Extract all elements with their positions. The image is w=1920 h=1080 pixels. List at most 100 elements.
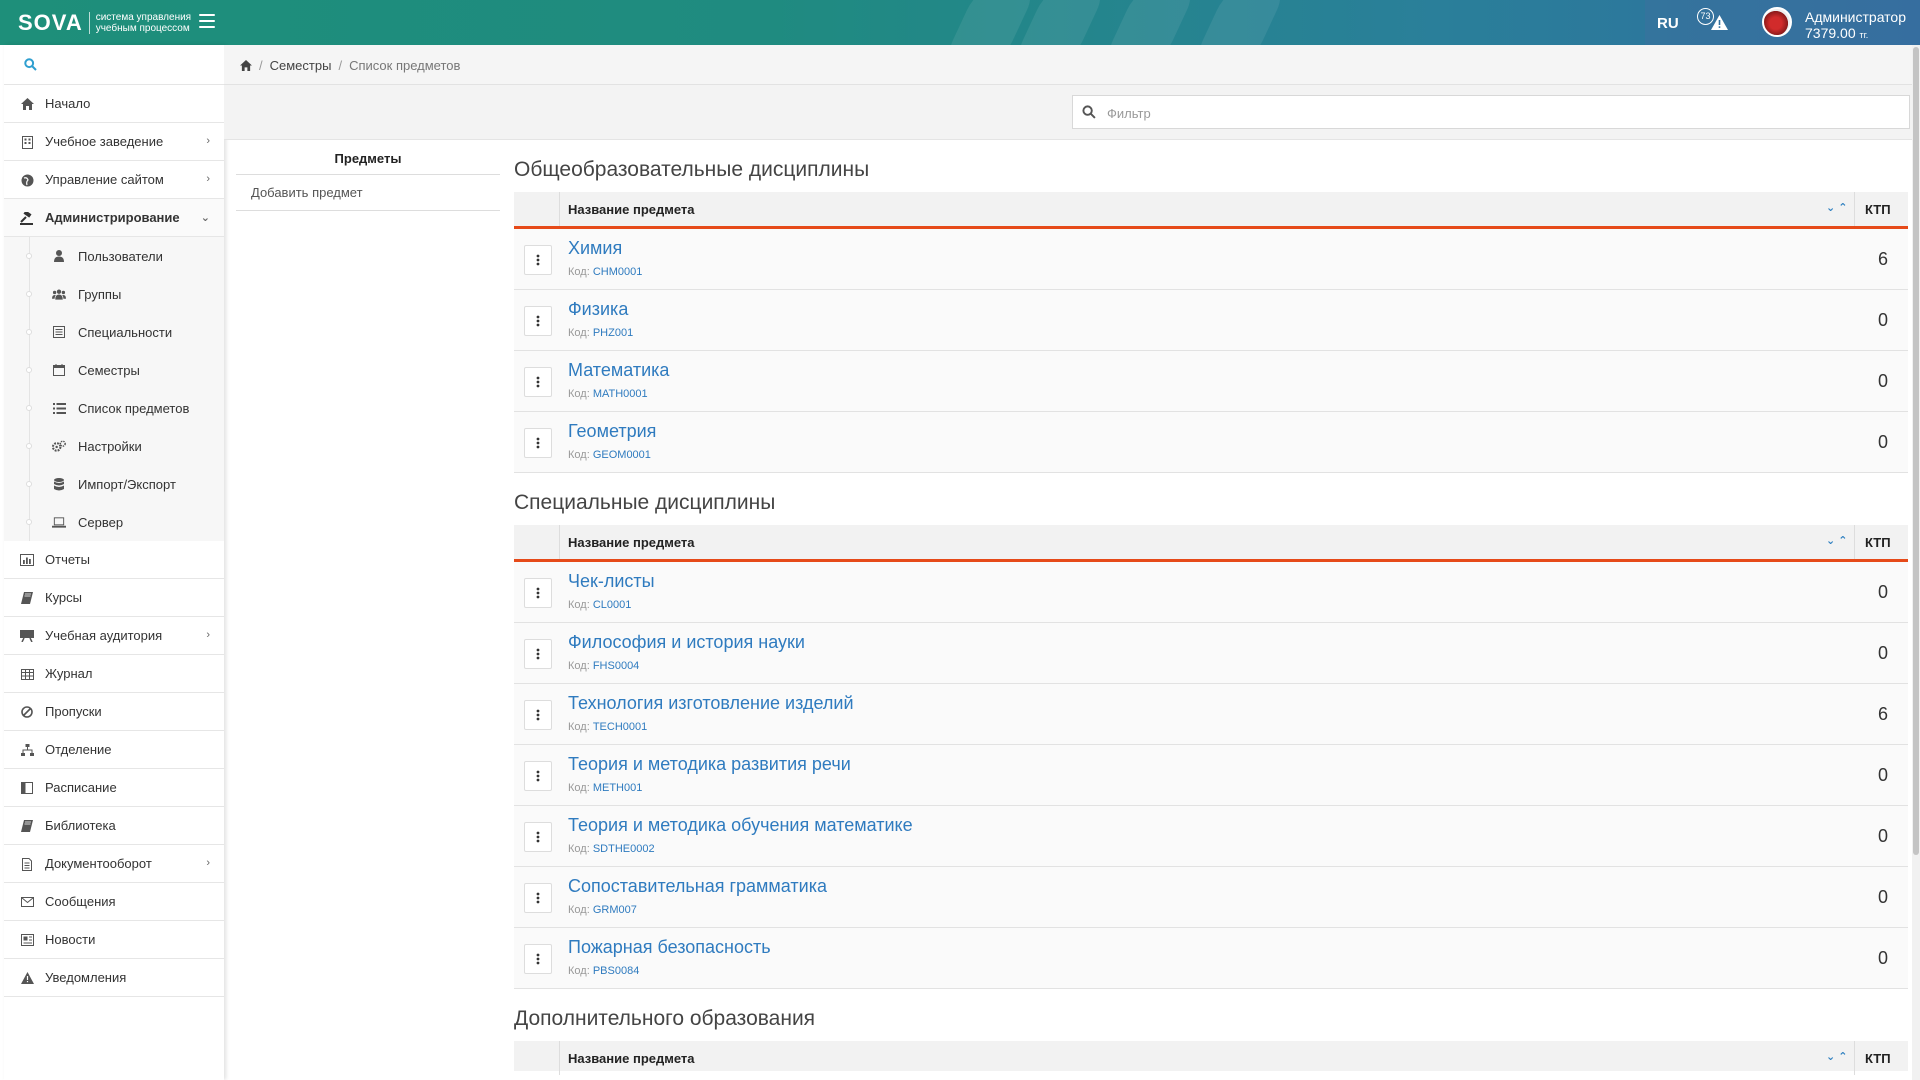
cogs-icon (52, 439, 66, 453)
subject-code-link[interactable]: CL0001 (593, 599, 632, 611)
sidebar-item-news[interactable]: Новости (4, 921, 224, 959)
row-menu-button[interactable] (524, 883, 552, 913)
user-name[interactable]: Администратор (1805, 10, 1906, 25)
row-menu-button[interactable] (524, 700, 552, 730)
table-row: Теория и методика обучения математике Код… (514, 806, 1908, 867)
subject-code-link[interactable]: PHZ001 (593, 327, 633, 339)
row-menu-button[interactable] (524, 245, 552, 275)
users-icon (52, 287, 66, 301)
sidebar-item-home[interactable]: Начало (4, 85, 224, 123)
column-header-name[interactable]: Название предмета (568, 202, 695, 217)
column-header-name[interactable]: Название предмета (568, 1051, 695, 1066)
sidebar-item-library[interactable]: Библиотека (4, 807, 224, 845)
row-menu-button[interactable] (524, 367, 552, 397)
subject-name-link[interactable]: Философия и история науки (568, 632, 805, 653)
sidebar-item-notifications[interactable]: Уведомления (4, 959, 224, 997)
sidebar-item-reports[interactable]: Отчеты (4, 541, 224, 579)
sidebar-item-department[interactable]: Отделение (4, 731, 224, 769)
header-actions-cell (514, 1041, 560, 1075)
subject-name-link[interactable]: Сопоставительная грамматика (568, 876, 827, 897)
balance-currency: тг. (1859, 30, 1869, 40)
subject-code-link[interactable]: GEOM0001 (593, 449, 651, 461)
section-title: Специальные дисциплины (514, 491, 776, 514)
subject-name-link[interactable]: Пожарная безопасность (568, 937, 771, 958)
subject-code-link[interactable]: SDTHE0002 (593, 843, 655, 855)
logo[interactable]: SOVA система управления учебным процессо… (18, 9, 211, 36)
column-header-name[interactable]: Название предмета (568, 535, 695, 550)
subject-name-link[interactable]: Теория и методика развития речи (568, 754, 851, 775)
sidebar-item-schedule[interactable]: Расписание (4, 769, 224, 807)
home-icon[interactable] (240, 60, 252, 71)
subject-code-link[interactable]: CHM0001 (593, 266, 643, 278)
subject-code-link[interactable]: TECH0001 (593, 721, 647, 733)
sidebar-item-administration[interactable]: Администрирование ⌄ (4, 199, 224, 237)
sidebar-item-label: Журнал (45, 666, 93, 681)
subject-name-link[interactable]: Геометрия (568, 421, 656, 442)
column-header-ktp[interactable]: КТП (1854, 525, 1908, 559)
subject-code-link[interactable]: METH001 (593, 782, 643, 794)
row-menu-button[interactable] (524, 761, 552, 791)
vertical-dots-icon (536, 953, 540, 965)
scrollbar-thumb[interactable] (1913, 47, 1919, 855)
sidebar-item-semesters[interactable]: Семестры (4, 351, 224, 389)
sort-toggle-icon[interactable]: ⌄ ⌃ (1826, 534, 1848, 547)
subject-name-link[interactable]: Чек-листы (568, 571, 655, 592)
sort-toggle-icon[interactable]: ⌄ ⌃ (1826, 1050, 1848, 1063)
column-header-ktp[interactable]: КТП (1854, 192, 1908, 226)
breadcrumb-link-semesters[interactable]: Семестры (270, 58, 332, 73)
row-menu-button[interactable] (524, 639, 552, 669)
tree-dot (26, 443, 32, 449)
sidebar-item-groups[interactable]: Группы (4, 275, 224, 313)
sidebar-item-site-management[interactable]: Управление сайтом › (4, 161, 224, 199)
subject-code-link[interactable]: MATH0001 (593, 388, 648, 400)
subject-name-link[interactable]: Теория и методика обучения математике (568, 815, 913, 836)
sidebar-item-messages[interactable]: Сообщения (4, 883, 224, 921)
subject-name-link[interactable]: Химия (568, 238, 622, 259)
language-switcher[interactable]: RU (1657, 15, 1679, 32)
column-header-ktp[interactable]: КТП (1854, 1041, 1908, 1075)
menu-toggle-button[interactable] (199, 14, 215, 28)
row-menu-button[interactable] (524, 944, 552, 974)
chevron-right-icon: › (206, 629, 210, 641)
subject-code: Код: GEOM0001 (568, 449, 651, 461)
filter-input[interactable] (1107, 102, 1887, 124)
subject-name-link[interactable]: Математика (568, 360, 669, 381)
row-menu-button[interactable] (524, 306, 552, 336)
vertical-dots-icon (536, 831, 540, 843)
ktp-value: 0 (1877, 432, 1888, 452)
building-icon (20, 135, 34, 149)
avatar[interactable] (1762, 7, 1792, 37)
sidebar-item-courses[interactable]: Курсы (4, 579, 224, 617)
sidebar-item-institution[interactable]: Учебное заведение › (4, 123, 224, 161)
sidebar-item-users[interactable]: Пользователи (4, 237, 224, 275)
row-menu-button[interactable] (524, 428, 552, 458)
alerts-button[interactable]: 73 (1697, 8, 1729, 36)
row-menu-button[interactable] (524, 578, 552, 608)
sort-toggle-icon[interactable]: ⌄ ⌃ (1826, 201, 1848, 214)
sidebar-item-settings[interactable]: Настройки (4, 427, 224, 465)
sidebar-search-input[interactable] (44, 53, 214, 77)
subject-code-link[interactable]: PBS0084 (593, 965, 639, 977)
sidebar-item-label: Пользователи (78, 248, 163, 264)
sidebar-item-journal[interactable]: Журнал (4, 655, 224, 693)
sidebar-item-import-export[interactable]: Импорт/Экспорт (4, 465, 224, 503)
row-menu-button[interactable] (524, 822, 552, 852)
sidebar-item-absences[interactable]: Пропуски (4, 693, 224, 731)
sidebar-item-label: Уведомления (45, 970, 127, 985)
sidebar-item-server[interactable]: Сервер (4, 503, 224, 541)
sidebar-item-documents[interactable]: Документооборот › (4, 845, 224, 883)
sidebar-item-classroom[interactable]: Учебная аудитория › (4, 617, 224, 655)
sidebar-item-subject-list[interactable]: Список предметов (4, 389, 224, 427)
tree-dot (26, 519, 32, 525)
sidebar-item-label: Сервер (78, 514, 124, 530)
sidebar-item-specialties[interactable]: Специальности (4, 313, 224, 351)
page-scrollbar[interactable] (1912, 45, 1920, 1080)
add-subject-link[interactable]: Добавить предмет (236, 175, 500, 211)
subject-name-link[interactable]: Технология изготовление изделий (568, 693, 854, 714)
vertical-dots-icon (536, 376, 540, 388)
library-icon (20, 819, 34, 833)
subject-code: Код: SDTHE0002 (568, 843, 655, 855)
subject-name-link[interactable]: Физика (568, 299, 628, 320)
subject-code-link[interactable]: GRM007 (593, 904, 637, 916)
subject-code-link[interactable]: FHS0004 (593, 660, 639, 672)
